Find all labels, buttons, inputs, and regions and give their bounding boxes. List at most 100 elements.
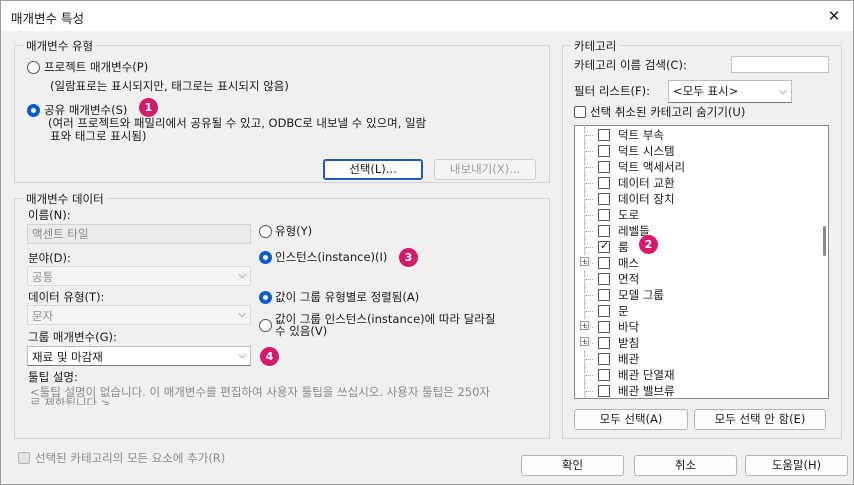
category-label: 배관 밸브류 xyxy=(618,384,675,398)
discipline-dropdown[interactable]: 공통 ⌵ xyxy=(27,266,251,286)
category-checkbox[interactable] xyxy=(598,273,610,285)
category-checkbox[interactable] xyxy=(598,321,610,333)
help-button[interactable]: 도움말(H) xyxy=(745,455,848,476)
category-tree[interactable]: 덕트 부속덕트 시스템덕트 액세서리데이터 교환데이터 장치도로레벨들룸 + 매스면… xyxy=(574,125,829,399)
category-item[interactable]: + 매스 xyxy=(575,255,815,271)
add-all-label[interactable]: 선택된 카테고리의 모든 요소에 추가(R) xyxy=(35,450,225,466)
hide-unchecked-checkbox[interactable] xyxy=(574,106,586,118)
category-group-label: 카테고리 xyxy=(571,38,620,54)
export-button[interactable]: 내보내기(X)... xyxy=(434,159,536,180)
type-label[interactable]: 유형(Y) xyxy=(275,223,312,239)
category-item[interactable]: 레벨들 xyxy=(575,223,815,239)
category-item[interactable]: 덕트 시스템 xyxy=(575,143,815,159)
category-item[interactable]: + 받침 xyxy=(575,335,815,351)
expand-icon[interactable]: + xyxy=(580,257,589,266)
tree-branch xyxy=(585,375,593,376)
project-param-radio[interactable] xyxy=(27,61,40,74)
category-checkbox[interactable] xyxy=(598,225,610,237)
check-all-button[interactable]: 모두 선택(A) xyxy=(574,409,688,430)
category-checkbox[interactable] xyxy=(598,209,610,221)
category-checkbox[interactable] xyxy=(598,129,610,141)
align-group-label[interactable]: 값이 그룹 유형별로 정렬됨(A) xyxy=(275,289,419,305)
tree-branch xyxy=(585,199,593,200)
datatype-label: 데이터 유형(T): xyxy=(28,290,105,304)
category-item[interactable]: 면적 xyxy=(575,271,815,287)
expand-icon[interactable]: + xyxy=(580,321,589,330)
param-type-group-label: 매개변수 유형 xyxy=(23,38,97,54)
filter-name-input[interactable] xyxy=(731,56,829,73)
callout-badge-1: 1 xyxy=(139,98,158,117)
category-checkbox[interactable] xyxy=(598,289,610,301)
category-item[interactable]: 덕트 액세서리 xyxy=(575,159,815,175)
tree-branch xyxy=(585,295,593,296)
select-button[interactable]: 선택(L)... xyxy=(323,159,423,180)
category-checkbox[interactable] xyxy=(598,161,610,173)
category-label: 데이터 교환 xyxy=(618,176,675,190)
type-radio[interactable] xyxy=(259,225,272,238)
category-label: 덕트 부속 xyxy=(618,128,664,142)
category-item[interactable]: 도로 xyxy=(575,207,815,223)
category-checkbox[interactable] xyxy=(598,193,610,205)
category-item[interactable]: 데이터 교환 xyxy=(575,175,815,191)
callout-badge-4: 4 xyxy=(260,347,279,366)
category-checkbox[interactable] xyxy=(598,305,610,317)
filter-name-label: 카테고리 이름 검색(C): xyxy=(574,58,687,72)
category-checkbox[interactable] xyxy=(598,353,610,365)
param-data-group-label: 매개변수 데이터 xyxy=(23,191,107,207)
tree-branch xyxy=(585,263,593,264)
discipline-label: 분야(D): xyxy=(28,251,71,265)
check-none-button[interactable]: 모두 선택 안 함(E) xyxy=(694,409,826,430)
name-field[interactable]: 액센트 타일 xyxy=(27,224,251,244)
chevron-down-icon: ⌵ xyxy=(238,309,246,320)
tree-branch xyxy=(585,343,593,344)
category-item[interactable]: 룸 xyxy=(575,239,815,255)
ok-button[interactable]: 확인 xyxy=(521,455,624,476)
tree-branch xyxy=(585,359,593,360)
category-checkbox[interactable] xyxy=(598,385,610,397)
category-item[interactable]: + 바닥 xyxy=(575,319,815,335)
filter-list-dropdown[interactable]: <모두 표시> ⌵ xyxy=(668,80,792,103)
tree-branch xyxy=(585,151,593,152)
group-param-dropdown[interactable]: 재료 및 마감재 ⌵ xyxy=(27,346,251,366)
close-icon[interactable]: ✕ xyxy=(821,4,847,28)
vary-group-label-2[interactable]: 수 있음(V) xyxy=(275,325,327,337)
add-all-checkbox[interactable] xyxy=(18,452,30,464)
datatype-dropdown[interactable]: 문자 ⌵ xyxy=(27,305,251,325)
category-checkbox[interactable] xyxy=(598,145,610,157)
category-item[interactable]: 배관 단열재 xyxy=(575,367,815,383)
category-item[interactable]: 배관 밸브류 xyxy=(575,383,815,398)
category-label: 배관 xyxy=(618,352,640,366)
chevron-down-icon: ⌵ xyxy=(238,270,246,281)
category-checkbox[interactable] xyxy=(598,369,610,381)
project-param-label[interactable]: 프로젝트 매개변수(P) xyxy=(44,59,148,75)
shared-param-radio[interactable] xyxy=(27,104,40,117)
group-param-label: 그룹 매개변수(G): xyxy=(28,330,117,344)
instance-radio[interactable] xyxy=(259,251,272,264)
category-label: 매스 xyxy=(618,256,640,270)
category-item[interactable]: 모델 그룹 xyxy=(575,287,815,303)
filter-list-label: 필터 리스트(F): xyxy=(574,84,651,98)
filter-list-value: <모두 표시> xyxy=(673,84,739,98)
group-param-value: 재료 및 마감재 xyxy=(32,350,103,364)
category-item[interactable]: 덕트 부속 xyxy=(575,127,815,143)
category-checkbox[interactable] xyxy=(598,257,610,269)
expand-icon[interactable]: + xyxy=(580,337,589,346)
tree-branch xyxy=(585,311,593,312)
instance-label[interactable]: 인스턴스(instance)(I) xyxy=(275,249,387,265)
project-param-desc: (일람표로는 표시되지만, 태그로는 표시되지 않음) xyxy=(50,79,289,93)
cancel-button[interactable]: 취소 xyxy=(634,455,737,476)
category-checkbox[interactable] xyxy=(598,239,610,253)
hide-unchecked-label[interactable]: 선택 취소된 카테고리 숨기기(U) xyxy=(590,104,745,120)
callout-badge-2: 2 xyxy=(639,235,658,254)
category-checkbox[interactable] xyxy=(598,337,610,349)
scrollbar[interactable] xyxy=(823,226,826,256)
category-checkbox[interactable] xyxy=(598,177,610,189)
category-label: 받침 xyxy=(618,336,640,350)
category-item[interactable]: 배관 xyxy=(575,351,815,367)
category-item[interactable]: 문 xyxy=(575,303,815,319)
tree-branch xyxy=(585,231,593,232)
align-group-radio[interactable] xyxy=(259,291,272,304)
vary-group-radio[interactable] xyxy=(259,319,272,332)
category-item[interactable]: 데이터 장치 xyxy=(575,191,815,207)
tree-branch xyxy=(585,327,593,328)
